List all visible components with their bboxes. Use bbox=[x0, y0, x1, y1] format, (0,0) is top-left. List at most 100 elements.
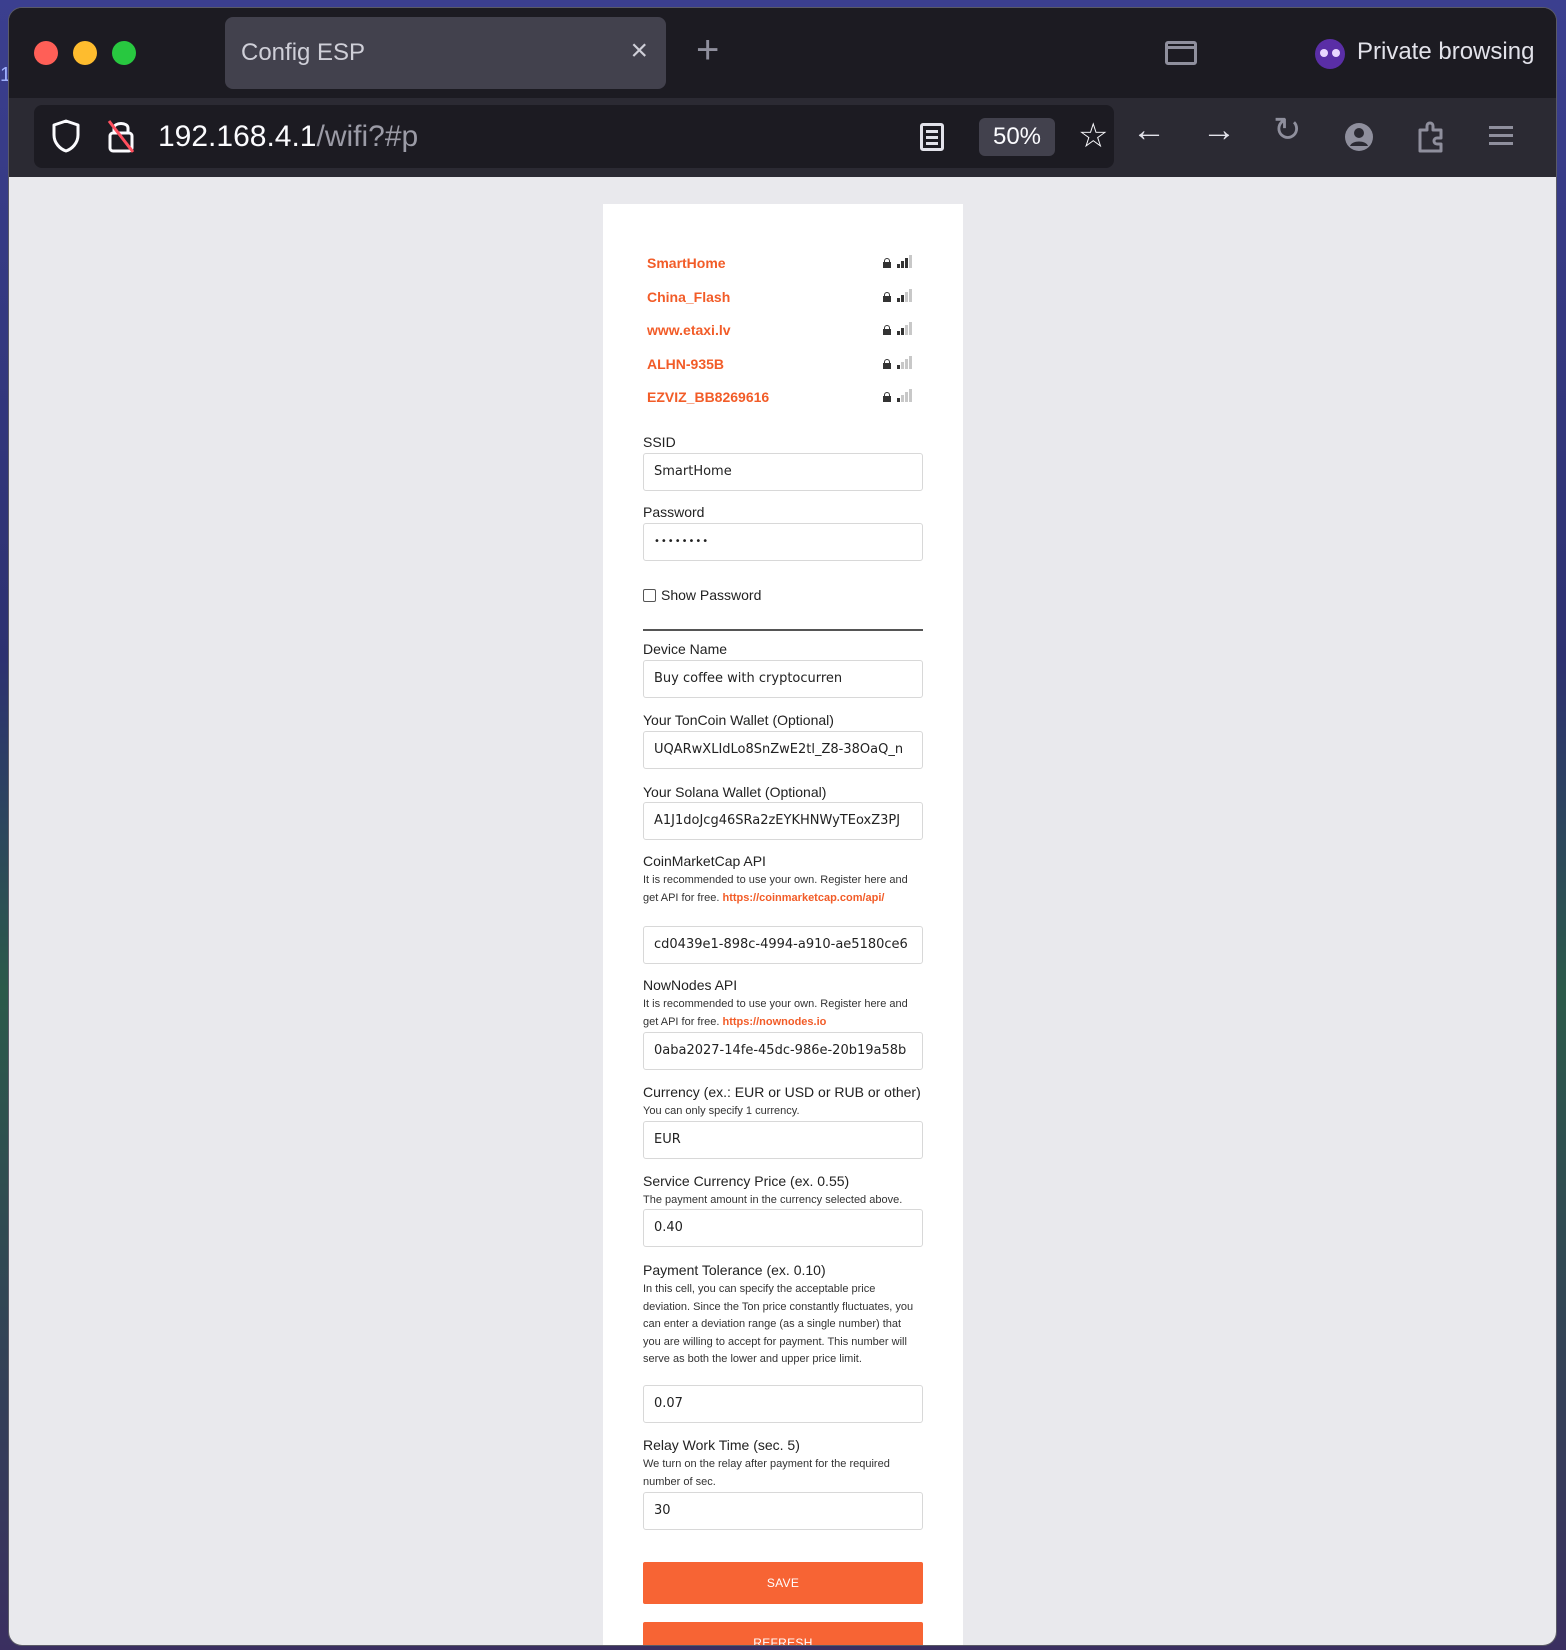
tolerance-label: Payment Tolerance (ex. 0.10) bbox=[643, 1262, 826, 1278]
wifi-signal-icon bbox=[897, 353, 913, 369]
signal-bar bbox=[901, 294, 904, 302]
device-name-input[interactable]: Buy coffee with cryptocurren bbox=[643, 660, 923, 698]
wifi-network-row[interactable]: www.etaxi.lv bbox=[647, 319, 915, 353]
title-bar: Config ESP × + Private browsing bbox=[9, 8, 1556, 98]
wifi-network-ssid-link[interactable]: EZVIZ_BB8269616 bbox=[647, 389, 769, 405]
wifi-lock-icon bbox=[883, 358, 891, 369]
signal-bar bbox=[897, 364, 900, 369]
nownodes-api-label: NowNodes API bbox=[643, 977, 738, 993]
address-bar[interactable]: 192.168.4.1/wifi?#p 50% ☆ bbox=[34, 105, 1114, 168]
signal-bar bbox=[909, 288, 912, 302]
cmc-api-input[interactable]: cd0439e1-898c-4994-a910-ae5180ce6 bbox=[643, 926, 923, 964]
wifi-network-ssid-link[interactable]: China_Flash bbox=[647, 289, 730, 305]
wifi-network-row[interactable]: ALHN-935B bbox=[647, 353, 915, 387]
nownodes-api-input[interactable]: 0aba2027-14fe-45dc-986e-20b19a58b bbox=[643, 1032, 923, 1070]
relay-time-label: Relay Work Time (sec. 5) bbox=[643, 1437, 800, 1453]
signal-bar bbox=[909, 355, 912, 369]
device-name-label: Device Name bbox=[643, 641, 728, 657]
ton-wallet-label: Your TonCoin Wallet (Optional) bbox=[643, 712, 834, 728]
minimize-window-button[interactable] bbox=[73, 41, 97, 65]
shield-icon[interactable] bbox=[52, 119, 80, 153]
ssid-label: SSID bbox=[643, 434, 676, 450]
tab-overview-icon[interactable] bbox=[1165, 41, 1197, 65]
tab-close-icon[interactable]: × bbox=[630, 35, 648, 67]
new-tab-button[interactable]: + bbox=[696, 30, 719, 70]
wifi-signal-icon bbox=[897, 286, 913, 302]
refresh-button[interactable]: REFRESH bbox=[643, 1622, 923, 1645]
signal-bar bbox=[897, 331, 900, 335]
currency-input[interactable]: EUR bbox=[643, 1121, 923, 1159]
maximize-window-button[interactable] bbox=[112, 41, 136, 65]
cmc-api-link[interactable]: https://coinmarketcap.com/api/ bbox=[723, 892, 885, 904]
tolerance-hint: In this cell, you can specify the accept… bbox=[643, 1283, 914, 1365]
signal-bar bbox=[901, 361, 904, 369]
back-arrow-icon[interactable]: ← bbox=[1132, 112, 1166, 148]
show-password-label[interactable]: Show Password bbox=[661, 587, 761, 603]
solana-wallet-input[interactable]: A1J1doJcg46SRa2zEYKHNWyTEoxZ3PJ bbox=[643, 802, 923, 840]
signal-bar bbox=[905, 358, 908, 369]
relay-time-hint: We turn on the relay after payment for t… bbox=[643, 1458, 890, 1488]
signal-bar bbox=[901, 395, 904, 402]
nownodes-api-link[interactable]: https://nownodes.io bbox=[723, 1016, 827, 1028]
page-viewport: SmartHome China_Flash www.etaxi.lv ALHN-935… bbox=[9, 177, 1556, 1645]
reader-view-icon[interactable] bbox=[920, 123, 944, 151]
price-input[interactable]: 0.40 bbox=[643, 1209, 923, 1247]
solana-wallet-label: Your Solana Wallet (Optional) bbox=[643, 784, 827, 800]
wifi-network-row[interactable]: SmartHome bbox=[647, 252, 915, 286]
wifi-lock-icon bbox=[883, 258, 891, 268]
section-divider bbox=[643, 629, 923, 631]
tab-config-esp[interactable]: Config ESP × bbox=[225, 17, 666, 89]
currency-hint: You can only specify 1 currency. bbox=[643, 1105, 800, 1117]
extensions-icon[interactable] bbox=[1417, 120, 1447, 154]
reload-icon[interactable]: ↻ bbox=[1273, 112, 1302, 148]
currency-label: Currency (ex.: EUR or USD or RUB or othe… bbox=[643, 1084, 921, 1100]
password-input[interactable]: •••••••• bbox=[643, 523, 923, 561]
wifi-network-row[interactable]: China_Flash bbox=[647, 286, 915, 320]
signal-bar bbox=[905, 291, 908, 302]
wifi-lock-icon bbox=[883, 291, 891, 302]
wifi-lock-icon bbox=[883, 325, 891, 335]
signal-bar bbox=[909, 255, 912, 268]
account-icon[interactable] bbox=[1343, 121, 1375, 153]
browser-window: Config ESP × + Private browsing 192.168.… bbox=[8, 7, 1557, 1646]
signal-bar bbox=[897, 297, 900, 302]
wifi-network-row[interactable]: EZVIZ_BB8269616 bbox=[647, 386, 915, 420]
insecure-lock-icon[interactable] bbox=[106, 118, 136, 154]
signal-bar bbox=[905, 325, 908, 335]
save-button[interactable]: SAVE bbox=[643, 1562, 923, 1604]
nownodes-api-hint: It is recommended to use your own. Regis… bbox=[643, 996, 919, 1031]
forward-arrow-icon[interactable]: → bbox=[1202, 112, 1236, 148]
price-hint: The payment amount in the currency selec… bbox=[643, 1194, 903, 1206]
tolerance-input[interactable]: 0.07 bbox=[643, 1385, 923, 1423]
price-label: Service Currency Price (ex. 0.55) bbox=[643, 1173, 850, 1189]
private-browsing-icon bbox=[1315, 39, 1345, 69]
bookmark-star-icon[interactable]: ☆ bbox=[1078, 117, 1108, 155]
wifi-signal-icon bbox=[897, 252, 913, 268]
relay-time-input[interactable]: 30 bbox=[643, 1492, 923, 1530]
show-password-checkbox[interactable] bbox=[643, 589, 656, 602]
wifi-lock-icon bbox=[883, 392, 891, 402]
signal-bar bbox=[909, 389, 912, 402]
wifi-network-ssid-link[interactable]: ALHN-935B bbox=[647, 356, 724, 372]
cmc-api-hint: It is recommended to use your own. Regis… bbox=[643, 872, 919, 907]
menu-icon[interactable] bbox=[1487, 124, 1515, 148]
signal-bar bbox=[901, 261, 904, 268]
signal-bar bbox=[901, 328, 904, 335]
wifi-network-ssid-link[interactable]: SmartHome bbox=[647, 255, 726, 271]
ton-wallet-input[interactable]: UQARwXLIdLo8SnZwE2tl_Z8-38OaQ_n bbox=[643, 731, 923, 769]
cmc-api-label: CoinMarketCap API bbox=[643, 853, 766, 869]
password-label: Password bbox=[643, 504, 705, 520]
close-window-button[interactable] bbox=[34, 41, 58, 65]
url-text[interactable]: 192.168.4.1/wifi?#p bbox=[158, 120, 418, 154]
zoom-level-button[interactable]: 50% bbox=[979, 118, 1055, 156]
signal-bar bbox=[897, 398, 900, 402]
wifi-network-ssid-link[interactable]: www.etaxi.lv bbox=[647, 322, 731, 338]
url-path: /wifi?#p bbox=[316, 120, 419, 153]
navigation-toolbar: 192.168.4.1/wifi?#p 50% ☆ ← → ↻ bbox=[9, 98, 1556, 177]
private-browsing-label: Private browsing bbox=[1357, 38, 1535, 65]
ssid-input[interactable]: SmartHome bbox=[643, 453, 923, 491]
url-host: 192.168.4.1 bbox=[158, 120, 317, 153]
wifi-network-list: SmartHome China_Flash www.etaxi.lv ALHN-935… bbox=[647, 252, 915, 420]
signal-bar bbox=[897, 264, 900, 268]
signal-bar bbox=[905, 258, 908, 268]
